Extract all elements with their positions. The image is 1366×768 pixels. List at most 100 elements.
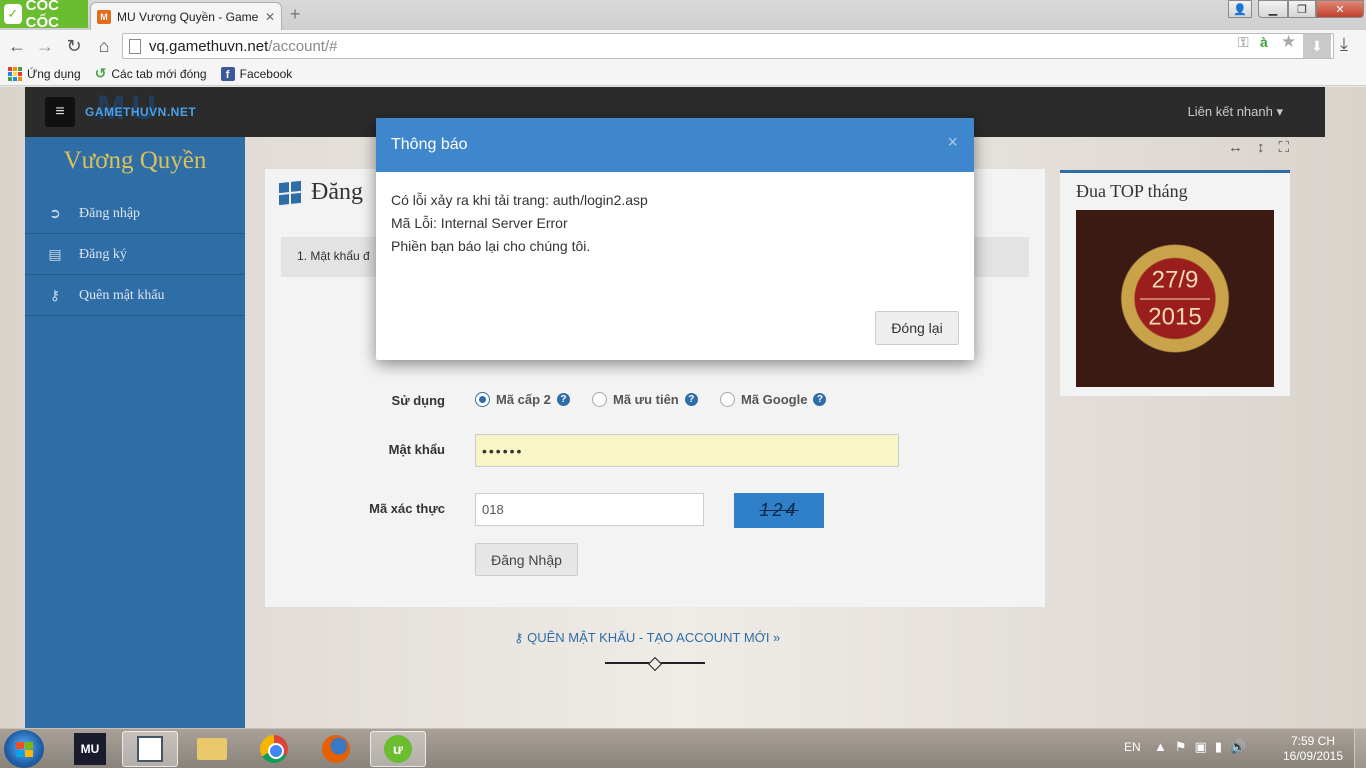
password-field[interactable]: •••••• xyxy=(475,434,899,467)
tab-close-icon[interactable]: ✕ xyxy=(265,10,275,24)
modal-title: Thông báo xyxy=(391,136,468,153)
maximize-button[interactable]: ❐ xyxy=(1288,0,1316,18)
page-title: Đăng xyxy=(279,179,363,206)
site-logo[interactable]: MU GAMETHUVN.NET xyxy=(85,89,196,127)
download-button[interactable]: ⬇ xyxy=(1303,34,1331,58)
logo-text: GAMETHUVN.NET xyxy=(85,105,197,119)
quick-links-dropdown[interactable]: Liên kết nhanh ▾ xyxy=(1188,104,1283,120)
help-icon[interactable]: ? xyxy=(813,393,827,406)
coccoc-menu-button[interactable]: ✓ CỐC CỐC xyxy=(0,0,88,31)
show-hidden-icons-icon[interactable]: ▲ xyxy=(1154,739,1167,755)
back-button[interactable]: ← xyxy=(5,34,29,58)
modal-header: Thông báo × xyxy=(376,118,974,172)
windows-taskbar: MU ư EN ▲ ⚑ ▣ ▮ 🔊 7:59 CH 16/09/2015 xyxy=(0,728,1366,768)
taskbar-document-viewer[interactable] xyxy=(122,731,178,767)
bookmark-label: Các tab mới đóng xyxy=(111,66,207,81)
clock-date: 16/09/2015 xyxy=(1282,749,1344,763)
bookmarks-bar: Ứng dụng ↺ Các tab mới đóng f Facebook xyxy=(0,62,1366,86)
key-icon: ⚷ xyxy=(49,287,61,304)
ornament-divider xyxy=(605,662,705,664)
event-banner-image[interactable]: 27/9 2015 xyxy=(1076,210,1274,387)
captcha-label: Mã xác thực xyxy=(369,501,445,516)
bookmark-star-icon[interactable]: ★ xyxy=(1281,32,1296,52)
taskbar-mu-game[interactable]: MU xyxy=(62,731,118,767)
browser-brand: CỐC CỐC xyxy=(25,0,59,31)
forward-button[interactable]: → xyxy=(33,34,57,58)
sidebar-item-label: Đăng ký xyxy=(79,246,127,262)
document-icon: ▤ xyxy=(48,246,62,263)
modal-close-icon[interactable]: × xyxy=(947,132,958,153)
sidebar-item-login[interactable]: ➲ Đăng nhập xyxy=(25,194,245,234)
radio-priority-code[interactable]: Mã ưu tiên ? xyxy=(592,392,698,407)
close-window-button[interactable]: ✕ xyxy=(1316,0,1364,18)
address-bar[interactable]: vq.gamethuvn.net /account/# xyxy=(122,33,1334,59)
radio-label: Mã cấp 2 xyxy=(496,392,551,407)
firefox-icon xyxy=(322,735,350,763)
home-button[interactable]: ⌂ xyxy=(92,34,116,58)
footer-links-text[interactable]: QUÊN MẬT KHẨU - TẠO ACCOUNT MỚI » xyxy=(527,630,780,645)
help-icon[interactable]: ? xyxy=(684,393,698,406)
coccoc-logo-icon: ✓ xyxy=(4,4,22,24)
report-request-line: Phiền bạn báo lại cho chúng tôi. xyxy=(391,238,591,254)
event-date-top: 27/9 xyxy=(1151,266,1199,293)
error-code-line: Mã Lỗi: Internal Server Error xyxy=(391,215,568,231)
resize-vertical-icon[interactable]: ↕ xyxy=(1257,139,1265,156)
sidebar-brand: Vương Quyền xyxy=(63,147,207,174)
apps-grid-icon xyxy=(8,66,22,81)
sidebar-item-label: Đăng nhập xyxy=(79,205,141,221)
key-icon[interactable]: ⚿ xyxy=(1238,34,1249,51)
sidebar: Vương Quyền ➲ Đăng nhập ▤ Đăng ký ⚷ Quên… xyxy=(25,137,245,728)
volume-icon[interactable]: 🔊 xyxy=(1230,739,1246,755)
login-button[interactable]: Đăng Nhập xyxy=(475,543,578,576)
clock-time: 7:59 CH xyxy=(1290,734,1336,748)
new-tab-button[interactable]: + xyxy=(286,4,304,24)
captcha-image[interactable]: 124 xyxy=(734,493,824,528)
event-date-bottom: 2015 xyxy=(1148,303,1202,330)
action-center-flag-icon[interactable]: ⚑ xyxy=(1175,739,1187,755)
download-list-icon[interactable]: ⤓ xyxy=(1340,34,1348,55)
page-icon xyxy=(129,38,141,54)
bookmark-recent-tabs[interactable]: ↺ Các tab mới đóng xyxy=(95,65,207,82)
fullscreen-icon[interactable]: ⛶ xyxy=(1279,139,1290,156)
translate-icon[interactable]: à xyxy=(1260,34,1268,50)
browser-tab[interactable]: M MU Vương Quyền - Game ✕ xyxy=(90,2,282,30)
radio-label: Mã Google xyxy=(741,392,808,407)
modal-body: Có lỗi xảy ra khi tải trang: auth/login2… xyxy=(391,189,648,258)
close-dialog-button[interactable]: Đóng lại xyxy=(875,311,959,345)
language-indicator[interactable]: EN xyxy=(1124,740,1141,754)
taskbar-coccoc[interactable]: ư xyxy=(370,731,426,767)
error-message-line: Có lỗi xảy ra khi tải trang: auth/login2… xyxy=(391,192,648,208)
system-tray: ▲ ⚑ ▣ ▮ 🔊 xyxy=(1154,739,1246,755)
minimize-button[interactable]: ▁ xyxy=(1258,0,1288,18)
network-signal-icon[interactable]: ▮ xyxy=(1215,739,1222,755)
device-icon[interactable]: ▣ xyxy=(1195,739,1207,755)
footer-links[interactable]: ⚷ QUÊN MẬT KHẨU - TẠO ACCOUNT MỚI » xyxy=(514,630,780,646)
bookmark-apps[interactable]: Ứng dụng xyxy=(8,66,81,81)
captcha-input[interactable]: 018 xyxy=(475,493,704,526)
sidebar-item-register[interactable]: ▤ Đăng ký xyxy=(25,235,245,275)
taskbar-firefox[interactable] xyxy=(308,731,364,767)
sidebar-item-forgot-password[interactable]: ⚷ Quên mật khẩu xyxy=(25,276,245,316)
radio-button[interactable] xyxy=(720,392,735,407)
user-profile-button[interactable]: 👤 xyxy=(1228,0,1252,18)
bookmark-label: Ứng dụng xyxy=(27,66,81,81)
radio-button[interactable] xyxy=(475,392,490,407)
bookmark-facebook[interactable]: f Facebook xyxy=(220,66,292,81)
radio-button[interactable] xyxy=(592,392,607,407)
radio-google-code[interactable]: Mã Google ? xyxy=(720,392,827,407)
start-button[interactable] xyxy=(4,730,44,768)
show-desktop-button[interactable] xyxy=(1354,729,1366,768)
help-icon[interactable]: ? xyxy=(556,393,570,406)
top-month-widget: Đua TOP tháng 27/9 2015 xyxy=(1060,170,1290,396)
reload-button[interactable]: ↻ xyxy=(62,34,86,58)
taskbar-file-explorer[interactable] xyxy=(184,731,240,767)
url-path: /account/# xyxy=(268,37,338,55)
windows-logo-icon xyxy=(279,180,301,205)
system-clock[interactable]: 7:59 CH 16/09/2015 xyxy=(1278,734,1348,764)
radio-code-level2[interactable]: Mã cấp 2 ? xyxy=(475,392,570,407)
event-date: 27/9 2015 xyxy=(1140,262,1210,335)
hamburger-menu-icon[interactable]: ≡ xyxy=(45,97,75,127)
windows-flag-icon xyxy=(15,741,33,757)
taskbar-chrome[interactable] xyxy=(246,731,302,767)
resize-horizontal-icon[interactable]: ↔ xyxy=(1228,139,1243,156)
